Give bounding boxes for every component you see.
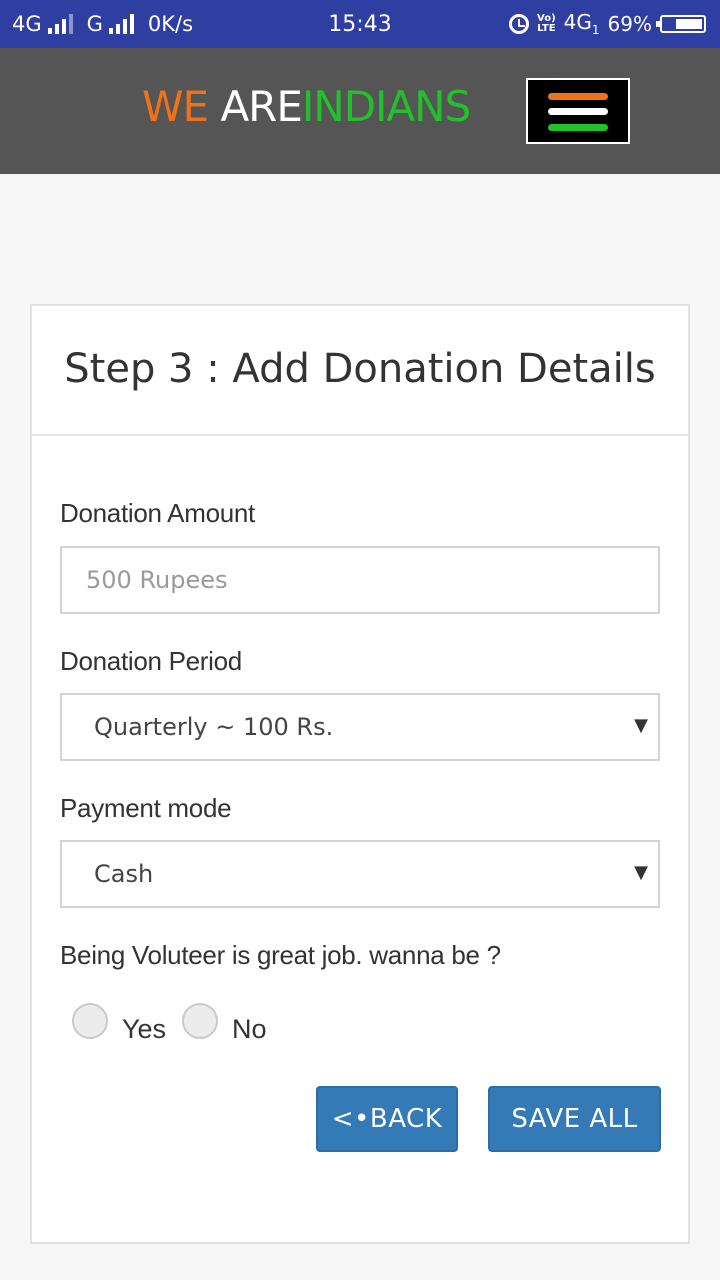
status-right: Vo) LTE 4G1 69% [509,10,706,37]
alarm-icon [509,13,530,34]
dropdown-caret-icon: ▼ [634,715,648,736]
donation-amount-field[interactable] [60,546,660,614]
title-divider [32,434,688,436]
donation-amount-input[interactable] [62,548,658,612]
brand-word-we: WE [142,82,209,131]
payment-mode-value: Cash [94,860,154,888]
donation-period-value: Quarterly ~ 100 Rs. [94,713,334,741]
menu-line-green [548,124,608,131]
save-all-button[interactable]: SAVE ALL [488,1086,661,1152]
battery-percent: 69% [607,11,652,36]
donation-period-select[interactable]: Quarterly ~ 100 Rs. ▼ [60,693,660,761]
radio-option-no[interactable]: No [182,996,267,1045]
volte-icon: Vo) LTE [537,13,556,34]
radio-no[interactable] [182,1002,218,1039]
volunteer-question: Being Voluteer is great job. wanna be ? [60,940,501,970]
network-type-3-sub: 1 [591,23,600,37]
brand-logo[interactable]: WE AREINDIANS [142,82,471,131]
network-type-3-label: 4G [563,10,592,34]
donation-amount-label: Donation Amount [60,498,255,528]
form-title: Step 3 : Add Donation Details [64,346,656,392]
radio-option-yes[interactable]: Yes [72,996,166,1045]
navbar: WE AREINDIANS [0,48,720,174]
network-type-3: 4G1 [564,10,600,37]
dropdown-caret-icon: ▼ [634,862,648,883]
volte-bottom-text: LTE [537,22,556,34]
status-bar: 4G G 0K/s 15:43 Vo) LTE 4G1 69% [0,0,720,48]
payment-mode-select[interactable]: Cash ▼ [60,840,660,908]
brand-word-indians: INDIANS [301,82,471,131]
menu-line-saffron [548,93,608,100]
battery-fill [675,18,702,29]
donation-form-card: Step 3 : Add Donation Details Donation A… [30,304,690,1244]
hamburger-menu-button[interactable] [526,78,630,144]
brand-word-are: ARE [220,82,302,131]
radio-yes-label: Yes [122,1014,167,1044]
back-button[interactable]: <•BACK [316,1086,458,1152]
donation-period-label: Donation Period [60,646,242,676]
payment-mode-label: Payment mode [60,793,232,823]
battery-icon [656,14,706,33]
radio-no-label: No [232,1014,267,1044]
menu-line-white [548,108,608,115]
radio-yes[interactable] [72,1002,108,1039]
